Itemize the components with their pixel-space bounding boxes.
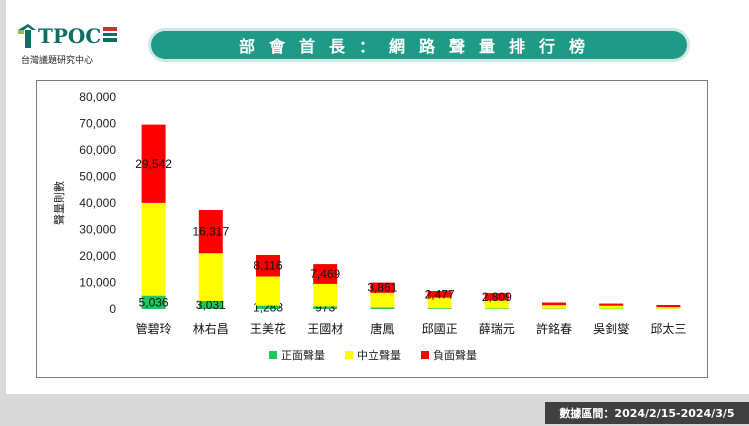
x-tick-label: 吳釗燮 [593, 321, 629, 336]
logo-wordmark: TPOC [38, 24, 102, 48]
x-tick-label: 唐鳳 [370, 321, 394, 336]
legend-swatch [421, 351, 429, 359]
data-label: 29,542 [135, 157, 172, 171]
bar-segment-positive [427, 308, 452, 309]
bar-segment-neutral [256, 276, 280, 306]
bar-segment-positive [484, 308, 509, 309]
legend-label: 中立聲量 [357, 348, 401, 362]
bar-segment-neutral [141, 202, 166, 296]
bar-segment-neutral [542, 305, 566, 309]
tpoc-logo: TPOC 台灣議題研究中心 [16, 20, 126, 68]
x-tick-label: 管碧玲 [136, 321, 172, 336]
y-tick-label: 30,000 [79, 223, 116, 237]
bar-segment-negative [656, 305, 681, 308]
x-tick-label: 許銘春 [536, 321, 572, 336]
bar-segment-negative [599, 303, 624, 306]
logo-glyph-icon [103, 27, 117, 42]
data-label: 5,036 [139, 295, 169, 309]
bar-segment-neutral [313, 283, 338, 307]
page-title: 部會首長：網路聲量排行榜 [151, 31, 687, 59]
y-tick-label: 50,000 [79, 170, 116, 184]
y-tick-label: 60,000 [79, 143, 116, 157]
y-tick-label: 10,000 [79, 276, 116, 290]
chart-panel: 0 10,000 20,000 30,000 40,000 50,000 60,000 70,… [36, 80, 708, 378]
frame-left-edge [0, 0, 6, 400]
data-label: 3,861 [367, 281, 397, 295]
y-tick-label: 40,000 [79, 196, 116, 210]
legend-label: 負面聲量 [433, 348, 477, 362]
data-label: 7,469 [310, 267, 340, 281]
data-label: 2,809 [482, 290, 512, 304]
logo-subtitle: 台灣議題研究中心 [21, 56, 94, 66]
data-label: 2,477 [425, 287, 455, 301]
bar-segment-neutral [198, 253, 223, 301]
y-tick-label: 20,000 [79, 249, 116, 263]
logo-mark-icon [18, 24, 36, 48]
y-axis-title: 聲量則數 [52, 181, 66, 225]
y-tick-label: 70,000 [79, 117, 116, 131]
bar-segment-neutral [599, 305, 624, 309]
x-tick-label: 薛瑞元 [479, 322, 515, 336]
x-tick-label: 邱太三 [650, 321, 686, 336]
data-label: 16,317 [192, 225, 229, 239]
y-tick-label: 0 [109, 302, 116, 316]
date-range-badge: 數據區間：2024/2/15-2024/3/5 [545, 402, 749, 424]
legend-label: 正面聲量 [281, 348, 325, 362]
legend-swatch [345, 351, 353, 359]
x-tick-label: 王美花 [250, 321, 286, 336]
data-label: 8,116 [253, 259, 282, 273]
legend-swatch [269, 351, 277, 359]
bar-segment-neutral [656, 307, 681, 309]
stacked-bar-chart: 0 10,000 20,000 30,000 40,000 50,000 60,000 70,… [52, 90, 686, 362]
bar-segment-negative [542, 302, 566, 306]
x-tick-label: 林右昌 [193, 321, 229, 336]
y-tick-label: 80,000 [79, 90, 116, 104]
x-tick-label: 王國材 [307, 322, 343, 336]
bar-segment-neutral [370, 292, 395, 308]
x-tick-label: 邱國正 [422, 322, 458, 336]
bar-segment-positive [370, 307, 395, 309]
